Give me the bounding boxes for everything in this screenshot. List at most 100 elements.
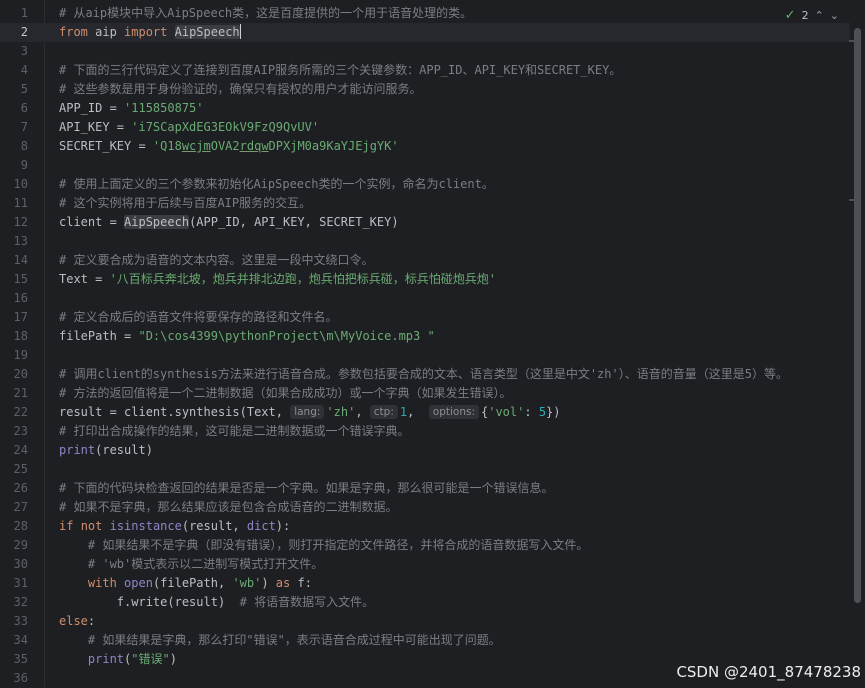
line-number[interactable]: 1 [0,4,28,23]
line-number[interactable]: 25 [0,460,28,479]
code-line[interactable]: 29 # 如果结果不是字典（即没有错误），则打开指定的文件路径，并将合成的语音数… [0,536,850,555]
line-number[interactable]: 23 [0,422,28,441]
line-text[interactable]: # 方法的返回值将是一个二进制数据（如果合成成功）或一个字典（如果发生错误）。 [59,384,511,403]
code-line[interactable]: 23 # 打印出合成操作的结果，这可能是二进制数据或一个错误字典。 [0,422,850,441]
line-number[interactable]: 24 [0,441,28,460]
code-line[interactable]: 27 # 如果不是字典，那么结果应该是包含合成语音的二进制数据。 [0,498,850,517]
line-number[interactable]: 6 [0,99,28,118]
line-number[interactable]: 17 [0,308,28,327]
line-number[interactable]: 21 [0,384,28,403]
code-line[interactable]: 25 [0,460,850,479]
code-line[interactable]: 26 # 下面的代码块检查返回的结果是否是一个字典。如果是字典，那么很可能是一个错… [0,479,850,498]
line-number[interactable]: 12 [0,213,28,232]
line-text[interactable]: # 这些参数是用于身份验证的，确保只有授权的用户才能访问服务。 [59,80,421,99]
line-text[interactable]: # 这个实例将用于后续与百度AIP服务的交互。 [59,194,311,213]
line-text[interactable]: client = AipSpeech(APP_ID, API_KEY, SECR… [59,213,399,232]
line-text[interactable]: SECRET_KEY = 'Q18wcjmOVA2rdqwDPXjM0a9KaY… [59,137,399,156]
code-line[interactable]: 3 [0,42,850,61]
code-line[interactable]: 34 # 如果结果是字典，那么打印"错误"，表示语音合成过程中可能出现了问题。 [0,631,850,650]
line-number[interactable]: 28 [0,517,28,536]
vertical-scrollbar[interactable] [854,28,861,603]
line-number[interactable]: 32 [0,593,28,612]
code-line[interactable]: 12 client = AipSpeech(APP_ID, API_KEY, SE… [0,213,850,232]
line-text[interactable]: # 从aip模块中导入AipSpeech类，这是百度提供的一个用于语音处理的类。 [59,4,472,23]
line-number[interactable]: 33 [0,612,28,631]
line-number[interactable]: 3 [0,42,28,61]
line-number[interactable]: 8 [0,137,28,156]
line-text[interactable]: # 调用client的synthesis方法来进行语音合成。参数包括要合成的文本… [59,365,788,384]
line-text[interactable]: else: [59,612,95,631]
line-text[interactable]: print("错误") [59,650,177,669]
line-text[interactable]: API_KEY = 'i7SCapXdEG3EOkV9FzQ9QvUV' [59,118,319,137]
code-line[interactable]: 18 filePath = "D:\cos4399\pythonProject\m… [0,327,850,346]
code-line[interactable]: 15 Text = '八百标兵奔北坡，炮兵并排北边跑，炮兵怕把标兵碰，标兵怕碰炮兵… [0,270,850,289]
code-line[interactable]: 17 # 定义合成后的语音文件将要保存的路径和文件名。 [0,308,850,327]
code-line[interactable]: 22 result = client.synthesis(Text, lang: '… [0,403,850,422]
line-number[interactable]: 30 [0,555,28,574]
line-text[interactable]: Text = '八百标兵奔北坡，炮兵并排北边跑，炮兵怕把标兵碰，标兵怕碰炮兵炮' [59,270,496,289]
line-number[interactable]: 20 [0,365,28,384]
line-number[interactable]: 22 [0,403,28,422]
code-line[interactable]: 32 f.write(result) # 将语音数据写入文件。 [0,593,850,612]
line-text[interactable]: with open(filePath, 'wb') as f: [59,574,312,593]
line-text[interactable]: # 使用上面定义的三个参数来初始化AipSpeech类的一个实例，命名为clie… [59,175,494,194]
chevron-down-icon[interactable]: ⌄ [830,9,839,22]
code-line[interactable]: 14 # 定义要合成为语音的文本内容。这里是一段中文绕口令。 [0,251,850,270]
line-text[interactable]: # 下面的三行代码定义了连接到百度AIP服务所需的三个关键参数：APP_ID、A… [59,61,621,80]
code-line[interactable]: 13 [0,232,850,251]
code-editor[interactable]: 1 # 从aip模块中导入AipSpeech类，这是百度提供的一个用于语音处理的类… [0,0,865,687]
line-number[interactable]: 13 [0,232,28,251]
code-line[interactable]: 1 # 从aip模块中导入AipSpeech类，这是百度提供的一个用于语音处理的类… [0,4,850,23]
line-number[interactable]: 27 [0,498,28,517]
code-area[interactable]: 1 # 从aip模块中导入AipSpeech类，这是百度提供的一个用于语音处理的类… [0,0,865,687]
code-line[interactable]: 7 API_KEY = 'i7SCapXdEG3EOkV9FzQ9QvUV' [0,118,850,137]
line-number[interactable]: 4 [0,61,28,80]
line-text[interactable]: # 如果结果不是字典（即没有错误），则打开指定的文件路径，并将合成的语音数据写入… [59,536,588,555]
line-number[interactable]: 29 [0,536,28,555]
line-number[interactable]: 14 [0,251,28,270]
line-text[interactable]: # 'wb'模式表示以二进制写模式打开文件。 [59,555,323,574]
code-line[interactable]: 2 from aip import AipSpeech [0,23,850,42]
code-line[interactable]: 31 with open(filePath, 'wb') as f: [0,574,850,593]
code-line[interactable]: 5 # 这些参数是用于身份验证的，确保只有授权的用户才能访问服务。 [0,80,850,99]
line-text[interactable]: # 打印出合成操作的结果，这可能是二进制数据或一个错误字典。 [59,422,409,441]
line-number[interactable]: 2 [0,23,28,42]
code-line[interactable]: 10 # 使用上面定义的三个参数来初始化AipSpeech类的一个实例，命名为cl… [0,175,850,194]
line-number[interactable]: 26 [0,479,28,498]
line-text[interactable]: # 下面的代码块检查返回的结果是否是一个字典。如果是字典，那么很可能是一个错误信… [59,479,553,498]
line-text[interactable]: from aip import AipSpeech [59,23,241,42]
line-text[interactable]: result = client.synthesis(Text, lang:'zh… [59,403,561,422]
line-number[interactable]: 36 [0,669,28,688]
line-number[interactable]: 35 [0,650,28,669]
line-number[interactable]: 11 [0,194,28,213]
code-line[interactable]: 33 else: [0,612,850,631]
line-text[interactable]: # 如果不是字典，那么结果应该是包含合成语音的二进制数据。 [59,498,397,517]
line-text[interactable]: f.write(result) # 将语音数据写入文件。 [59,593,374,612]
line-number[interactable]: 5 [0,80,28,99]
code-line[interactable]: 9 [0,156,850,175]
line-number[interactable]: 9 [0,156,28,175]
line-number[interactable]: 34 [0,631,28,650]
code-line[interactable]: 8 SECRET_KEY = 'Q18wcjmOVA2rdqwDPXjM0a9Ka… [0,137,850,156]
line-text[interactable]: if not isinstance(result, dict): [59,517,290,536]
chevron-up-icon[interactable]: ⌃ [815,9,824,22]
code-line[interactable]: 6 APP_ID = '115850875' [0,99,850,118]
line-number[interactable]: 16 [0,289,28,308]
line-text[interactable]: filePath = "D:\cos4399\pythonProject\m\M… [59,327,435,346]
line-number[interactable]: 7 [0,118,28,137]
code-line[interactable]: 21 # 方法的返回值将是一个二进制数据（如果合成成功）或一个字典（如果发生错误）… [0,384,850,403]
line-text[interactable]: APP_ID = '115850875' [59,99,204,118]
code-line[interactable]: 28 if not isinstance(result, dict): [0,517,850,536]
line-text[interactable]: # 定义要合成为语音的文本内容。这里是一段中文绕口令。 [59,251,373,270]
line-number[interactable]: 31 [0,574,28,593]
code-line[interactable]: 11 # 这个实例将用于后续与百度AIP服务的交互。 [0,194,850,213]
line-text[interactable]: # 定义合成后的语音文件将要保存的路径和文件名。 [59,308,337,327]
code-line[interactable]: 4 # 下面的三行代码定义了连接到百度AIP服务所需的三个关键参数：APP_ID、… [0,61,850,80]
code-line[interactable]: 24 print(result) [0,441,850,460]
line-text[interactable]: print(result) [59,441,153,460]
code-line[interactable]: 19 [0,346,850,365]
code-line[interactable]: 20 # 调用client的synthesis方法来进行语音合成。参数包括要合成的… [0,365,850,384]
line-text[interactable]: # 如果结果是字典，那么打印"错误"，表示语音合成过程中可能出现了问题。 [59,631,501,650]
line-number[interactable]: 10 [0,175,28,194]
code-line[interactable]: 30 # 'wb'模式表示以二进制写模式打开文件。 [0,555,850,574]
